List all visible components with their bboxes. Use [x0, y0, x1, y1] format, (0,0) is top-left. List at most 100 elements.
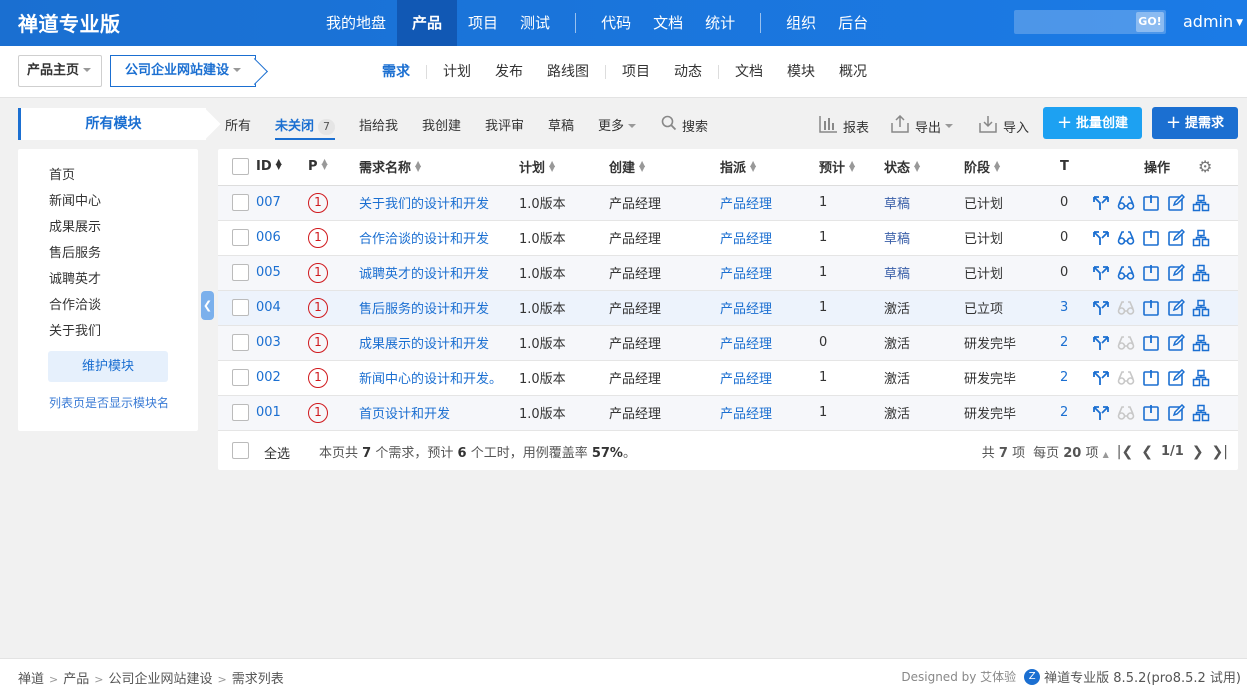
- row-checkbox[interactable]: [232, 299, 249, 316]
- search-toggle[interactable]: 搜索: [661, 115, 708, 135]
- change-icon[interactable]: [1092, 334, 1110, 352]
- main-nav-item[interactable]: 代码: [590, 0, 642, 46]
- story-task-count[interactable]: 2: [1060, 395, 1092, 431]
- tab-draft[interactable]: 草稿: [548, 115, 574, 134]
- module-item[interactable]: 关于我们: [49, 320, 101, 339]
- main-nav-item[interactable]: 测试: [509, 0, 561, 46]
- main-nav-item[interactable]: 我的地盘: [315, 0, 397, 46]
- brand-logo[interactable]: 禅道专业版: [18, 8, 121, 37]
- col-header-status[interactable]: 状态 ▲ ▼: [884, 149, 964, 186]
- first-page-icon[interactable]: |❮: [1117, 444, 1133, 460]
- main-nav-item[interactable]: 项目: [457, 0, 509, 46]
- create-case-icon[interactable]: [1192, 194, 1210, 212]
- story-title-link[interactable]: 新闻中心的设计和开发。: [359, 360, 519, 396]
- import-button[interactable]: 导入: [978, 115, 1029, 137]
- close-story-icon[interactable]: [1142, 334, 1160, 352]
- change-icon[interactable]: [1092, 229, 1110, 247]
- story-assigned-to[interactable]: 产品经理: [720, 360, 819, 396]
- batch-create-button[interactable]: + 批量创建: [1043, 107, 1142, 139]
- select-all-header-checkbox[interactable]: [232, 158, 249, 176]
- row-checkbox[interactable]: [232, 264, 249, 281]
- story-assigned-to[interactable]: 产品经理: [720, 220, 819, 256]
- maintain-module-button[interactable]: 维护模块: [48, 351, 168, 382]
- close-story-icon[interactable]: [1142, 369, 1160, 387]
- tab-unclosed[interactable]: 未关闭 7: [275, 115, 336, 140]
- subnav-tab[interactable]: 项目: [610, 46, 662, 98]
- story-task-count[interactable]: 2: [1060, 360, 1092, 396]
- subnav-tab[interactable]: 路线图: [535, 46, 601, 98]
- module-item[interactable]: 新闻中心: [49, 190, 101, 209]
- close-story-icon[interactable]: [1142, 264, 1160, 282]
- story-id[interactable]: 002: [256, 360, 308, 396]
- edit-icon[interactable]: [1167, 368, 1185, 387]
- row-checkbox[interactable]: [232, 369, 249, 386]
- create-case-icon[interactable]: [1192, 264, 1210, 282]
- breadcrumb-item[interactable]: 公司企业网站建设: [108, 672, 212, 687]
- story-task-count[interactable]: 3: [1060, 290, 1092, 326]
- sidebar-collapse-toggle[interactable]: ❮: [201, 291, 214, 320]
- last-page-icon[interactable]: ❯|: [1212, 444, 1228, 460]
- tab-created-by-me[interactable]: 我创建: [422, 115, 461, 134]
- module-item[interactable]: 售后服务: [49, 242, 101, 261]
- breadcrumb-item[interactable]: 产品: [63, 672, 89, 687]
- change-icon[interactable]: [1092, 264, 1110, 282]
- row-checkbox[interactable]: [232, 194, 249, 211]
- change-icon[interactable]: [1092, 299, 1110, 317]
- story-id[interactable]: 004: [256, 290, 308, 326]
- story-title-link[interactable]: 成果展示的设计和开发: [359, 325, 519, 361]
- main-nav-item[interactable]: 后台: [827, 0, 879, 46]
- subnav-tab[interactable]: 概况: [827, 46, 879, 98]
- create-case-icon[interactable]: [1192, 404, 1210, 422]
- close-story-icon[interactable]: [1142, 229, 1160, 247]
- table-row[interactable]: 004 1 售后服务的设计和开发 1.0版本 产品经理 产品经理 1 激活 已立项 3: [218, 290, 1238, 326]
- review-icon[interactable]: [1117, 229, 1135, 247]
- edit-icon[interactable]: [1167, 228, 1185, 247]
- story-title-link[interactable]: 诚聘英才的设计和开发: [359, 255, 519, 291]
- product-home-dropdown[interactable]: 产品主页: [18, 55, 102, 87]
- row-checkbox[interactable]: [232, 229, 249, 246]
- tab-assigned-to-me[interactable]: 指给我: [359, 115, 398, 134]
- story-assigned-to[interactable]: 产品经理: [720, 255, 819, 291]
- subnav-tab[interactable]: 发布: [483, 46, 535, 98]
- main-nav-item[interactable]: 组织: [775, 0, 827, 46]
- story-id[interactable]: 003: [256, 325, 308, 361]
- module-item[interactable]: 诚聘英才: [49, 268, 101, 287]
- subnav-tab[interactable]: 模块: [775, 46, 827, 98]
- module-item[interactable]: 合作洽谈: [49, 294, 101, 313]
- col-header-stage[interactable]: 阶段 ▲ ▼: [964, 149, 1060, 186]
- module-item[interactable]: 首页: [49, 164, 75, 183]
- review-icon[interactable]: [1117, 194, 1135, 212]
- story-title-link[interactable]: 首页设计和开发: [359, 395, 519, 431]
- main-nav-item[interactable]: 产品: [397, 0, 458, 46]
- tab-reviewed-by-me[interactable]: 我评审: [485, 115, 524, 134]
- col-header-plan[interactable]: 计划 ▲ ▼: [519, 149, 609, 186]
- edit-icon[interactable]: [1167, 298, 1185, 317]
- subnav-tab[interactable]: 计划: [431, 46, 483, 98]
- col-header-estimate[interactable]: 预计 ▲ ▼: [819, 149, 884, 186]
- subnav-tab[interactable]: 需求: [370, 46, 422, 98]
- create-case-icon[interactable]: [1192, 369, 1210, 387]
- module-item[interactable]: 成果展示: [49, 216, 101, 235]
- table-row[interactable]: 002 1 新闻中心的设计和开发。 1.0版本 产品经理 产品经理 1 激活 研发完毕 2: [218, 360, 1238, 396]
- change-icon[interactable]: [1092, 369, 1110, 387]
- create-story-button[interactable]: + 提需求: [1152, 107, 1238, 139]
- tab-all[interactable]: 所有: [225, 115, 251, 134]
- edit-icon[interactable]: [1167, 333, 1185, 352]
- table-row[interactable]: 005 1 诚聘英才的设计和开发 1.0版本 产品经理 产品经理 1 草稿 已计划 0: [218, 255, 1238, 291]
- story-title-link[interactable]: 合作洽谈的设计和开发: [359, 220, 519, 256]
- all-modules-title[interactable]: 所有模块: [18, 108, 206, 140]
- story-assigned-to[interactable]: 产品经理: [720, 395, 819, 431]
- close-story-icon[interactable]: [1142, 299, 1160, 317]
- export-dropdown[interactable]: 导出: [890, 114, 954, 137]
- row-checkbox[interactable]: [232, 334, 249, 351]
- table-row[interactable]: 006 1 合作洽谈的设计和开发 1.0版本 产品经理 产品经理 1 草稿 已计划 0: [218, 220, 1238, 256]
- subnav-tab[interactable]: 动态: [662, 46, 714, 98]
- search-go-button[interactable]: GO!: [1136, 12, 1164, 32]
- pager-per-page-dropdown[interactable]: 每页 20 项 ▲: [1033, 442, 1109, 461]
- select-all-checkbox[interactable]: [232, 442, 249, 459]
- story-title-link[interactable]: 关于我们的设计和开发: [359, 185, 519, 221]
- search-input[interactable]: [1014, 10, 1134, 34]
- create-case-icon[interactable]: [1192, 334, 1210, 352]
- table-row[interactable]: 003 1 成果展示的设计和开发 1.0版本 产品经理 产品经理 0 激活 研发完毕 2: [218, 325, 1238, 361]
- story-id[interactable]: 007: [256, 185, 308, 221]
